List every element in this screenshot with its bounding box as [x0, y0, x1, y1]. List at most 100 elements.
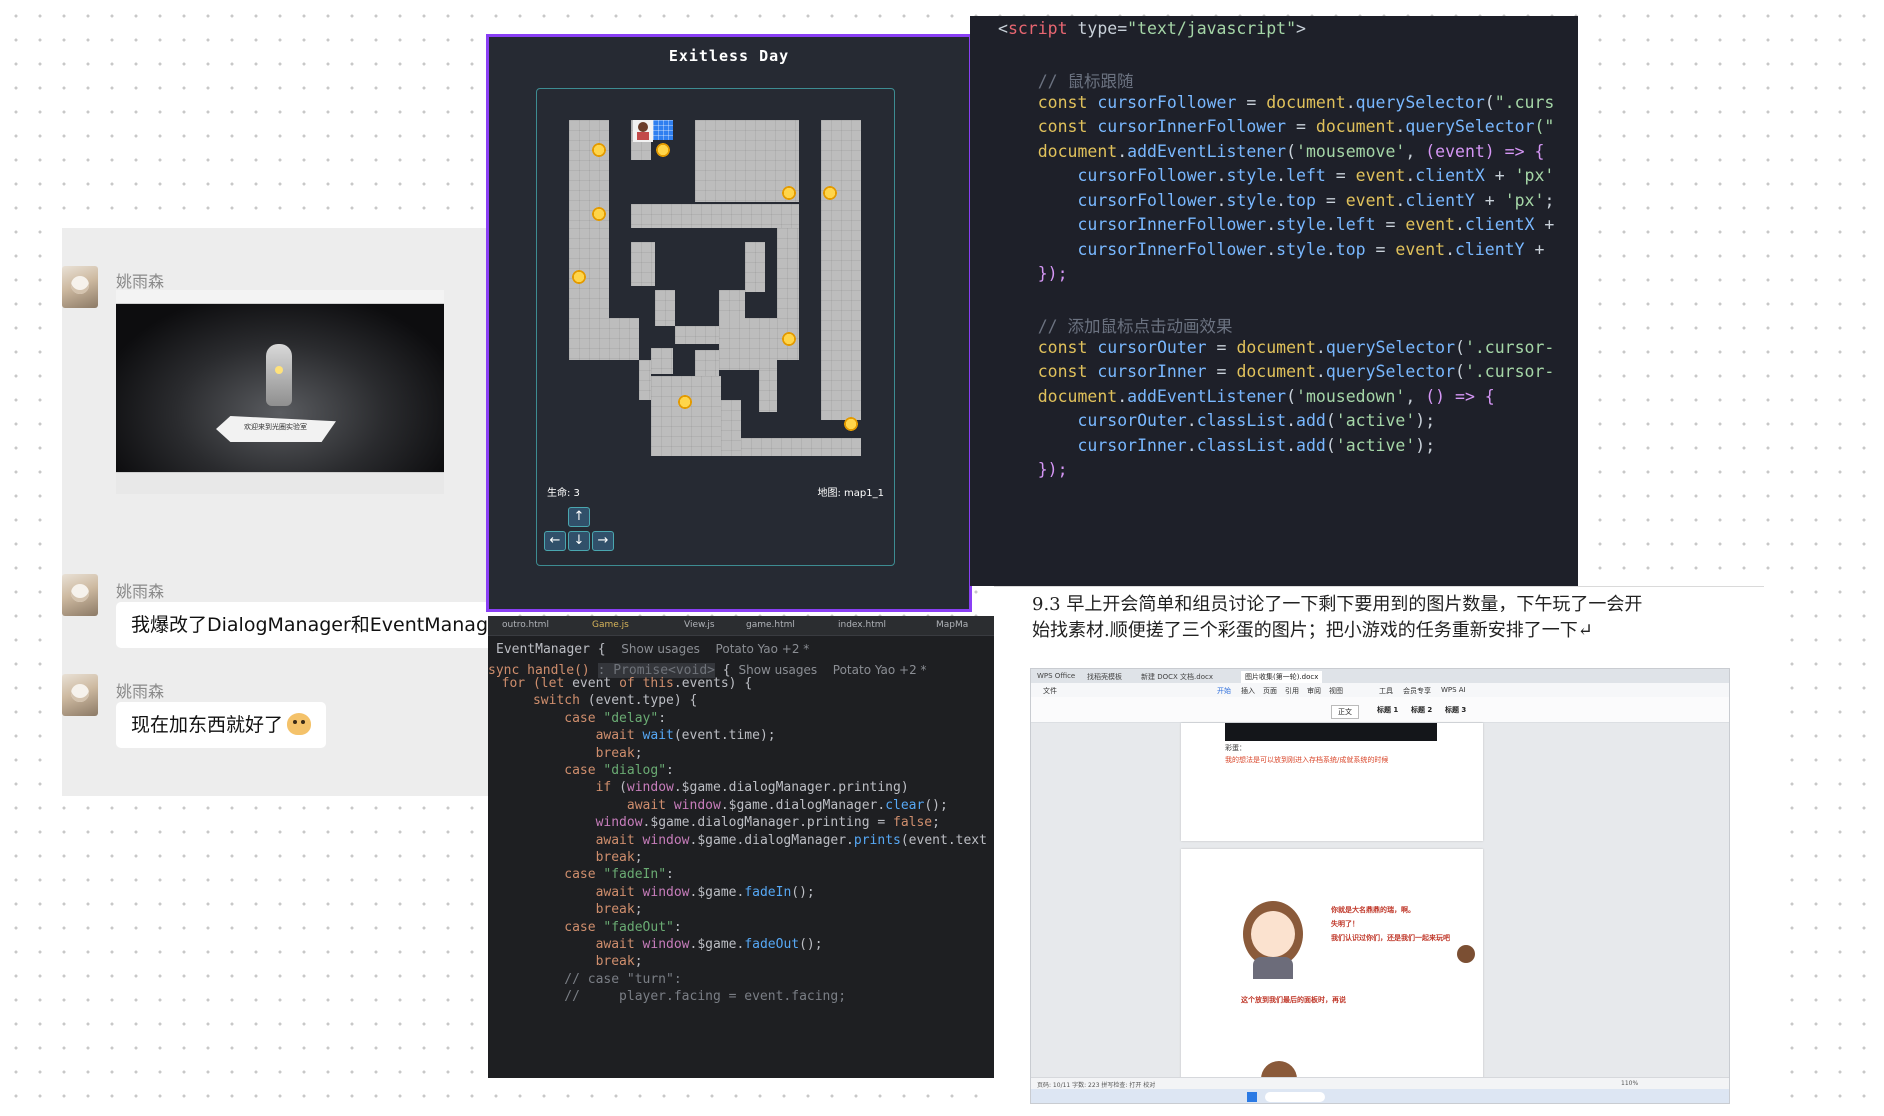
code-token: '.cursor-	[1464, 337, 1555, 357]
search-box[interactable]	[1265, 1092, 1325, 1102]
tab-index-html[interactable]: index.html	[838, 620, 886, 630]
code-token: cursorInnerFollower	[998, 239, 1267, 259]
wps-tab[interactable]: 新建 DOCX 文档.docx	[1141, 672, 1213, 682]
code-token: 'active'	[1335, 435, 1416, 455]
code-token: document	[1315, 117, 1396, 136]
code-line: await window.$game.dialogManager.clear()…	[488, 798, 948, 813]
code-token: ;	[634, 902, 643, 918]
maze-wall	[631, 242, 655, 286]
code-token: .	[1455, 215, 1465, 234]
tab-view-js[interactable]: View.js	[684, 620, 715, 630]
code-line: cursorInner.classList.add('active');	[998, 436, 1435, 455]
usages-hint[interactable]: Show usages	[621, 642, 700, 656]
code-token: event	[1395, 239, 1446, 259]
gem-icon	[588, 203, 610, 225]
style-heading-1[interactable]: 标题 1	[1377, 705, 1398, 715]
wps-screenshot[interactable]: WPS Office 找稻壳模板 新建 DOCX 文档.docx 图片收集(第一…	[1030, 668, 1730, 1104]
code-token: await	[488, 937, 643, 952]
code-token: "text/javascript"	[1127, 19, 1297, 38]
code-token: const	[998, 362, 1098, 381]
code-token: script	[1007, 19, 1068, 38]
style-heading-3[interactable]: 标题 3	[1445, 705, 1466, 715]
code-token: .events) {	[673, 676, 753, 691]
tab-game-html[interactable]: game.html	[746, 620, 795, 630]
wps-ribbon: 正文 标题 1 标题 2 标题 3	[1031, 697, 1729, 723]
code-token: .	[1216, 166, 1227, 185]
tab-game-js[interactable]: Game.js	[592, 620, 629, 630]
code-token: .$game.dialogManager.printing)	[673, 780, 909, 796]
code-token: window	[488, 815, 643, 831]
ide-editor-eventmanager[interactable]: outro.html Game.js View.js game.html ind…	[488, 616, 994, 1078]
avatar[interactable]	[62, 574, 98, 616]
wps-tab-active[interactable]: 图片收集(第一轮).docx	[1241, 671, 1323, 683]
code-token: add	[1296, 435, 1326, 455]
style-heading-2[interactable]: 标题 2	[1411, 705, 1432, 715]
menu-item[interactable]: 页面	[1263, 686, 1277, 696]
code-token: clientX	[1464, 215, 1535, 234]
tab-mapma[interactable]: MapMa	[936, 620, 968, 630]
avatar[interactable]	[62, 674, 98, 716]
code-line: window.$game.dialogManager.printing = fa…	[488, 815, 940, 830]
menu-item[interactable]: 会员专享	[1403, 686, 1431, 696]
code-token: :	[666, 763, 674, 778]
dialog-line: 我们认识过你们，还是我们一起来玩吧	[1331, 934, 1450, 942]
menu-item[interactable]: 引用	[1285, 686, 1299, 696]
zoom-level[interactable]: 110%	[1621, 1080, 1638, 1087]
code-token: ();	[924, 797, 948, 813]
code-token: <	[998, 19, 1008, 38]
code-token: (	[1325, 435, 1336, 455]
tab-outro[interactable]: outro.html	[502, 620, 549, 630]
wps-tab[interactable]: 找稻壳模板	[1087, 672, 1122, 682]
wps-tab[interactable]: WPS Office	[1037, 672, 1075, 680]
maze-wall	[639, 360, 651, 400]
code-token: :	[673, 919, 682, 935]
menu-item[interactable]: 插入	[1241, 686, 1255, 696]
up-arrow-button[interactable]: ↑	[568, 507, 590, 527]
avatar[interactable]	[62, 266, 98, 308]
code-token: 'px'	[1504, 190, 1545, 210]
menu-item[interactable]: WPS AI	[1441, 686, 1466, 694]
code-token: =	[1375, 215, 1406, 234]
code-token: document	[1266, 92, 1346, 112]
code-line: // case "turn":	[488, 972, 681, 987]
editor-tab-bar: outro.html Game.js View.js game.html ind…	[488, 616, 994, 636]
style-normal[interactable]: 正文	[1331, 705, 1359, 719]
left-arrow-button[interactable]: ←	[544, 531, 566, 551]
game-title: Exitless Day	[668, 47, 790, 65]
start-icon[interactable]	[1247, 1092, 1257, 1102]
down-arrow-button[interactable]: ↓	[568, 531, 590, 551]
code-token: this	[642, 676, 674, 691]
code-token: // player.facing = event.facing;	[488, 989, 847, 1005]
class-name: EventManager {	[496, 642, 606, 657]
cartoon-girl-face	[1251, 911, 1295, 957]
code-token: cursorInnerFollower	[1097, 117, 1287, 136]
maze-wall	[675, 326, 719, 344]
menu-item[interactable]: 工具	[1379, 686, 1393, 696]
code-token: (	[1286, 141, 1297, 161]
menu-item-active[interactable]: 开始	[1217, 686, 1231, 696]
chat-image-thumbnail[interactable]: 欢迎来到光圈实验室	[116, 290, 444, 494]
menu-item[interactable]: 审阅	[1307, 686, 1321, 696]
lives-label: 生命: 3	[547, 488, 580, 499]
code-token: cursorInner	[1097, 362, 1207, 381]
code-token: () => {	[1425, 386, 1495, 406]
code-token: const	[998, 337, 1098, 357]
menu-item[interactable]: 视图	[1329, 686, 1343, 696]
code-token: .	[1405, 166, 1416, 185]
code-token: clientY	[1405, 190, 1475, 210]
code-token: (	[1286, 386, 1297, 406]
code-token: +	[1524, 239, 1545, 259]
code-token: break	[488, 902, 635, 918]
sender-name: 姚雨森	[116, 272, 165, 291]
code-token: ("	[1534, 117, 1555, 136]
code-token: style	[1276, 215, 1326, 234]
status-text: 页码: 10/11 字数: 223 拼写检查: 打开 校对	[1037, 1082, 1156, 1089]
code-line: cursorInnerFollower.style.left = event.c…	[998, 215, 1554, 234]
right-arrow-button[interactable]: →	[592, 531, 614, 551]
menu-item[interactable]: 文件	[1043, 686, 1057, 696]
code-token: fadeIn	[744, 884, 792, 900]
code-line: document.addEventListener('mousedown', (…	[998, 387, 1495, 406]
code-token: clear	[885, 797, 925, 813]
usages-hint[interactable]: Show usages	[738, 663, 817, 677]
code-editor-javascript[interactable]: <script type="text/javascript"> // 鼠标跟随 …	[970, 16, 1578, 586]
